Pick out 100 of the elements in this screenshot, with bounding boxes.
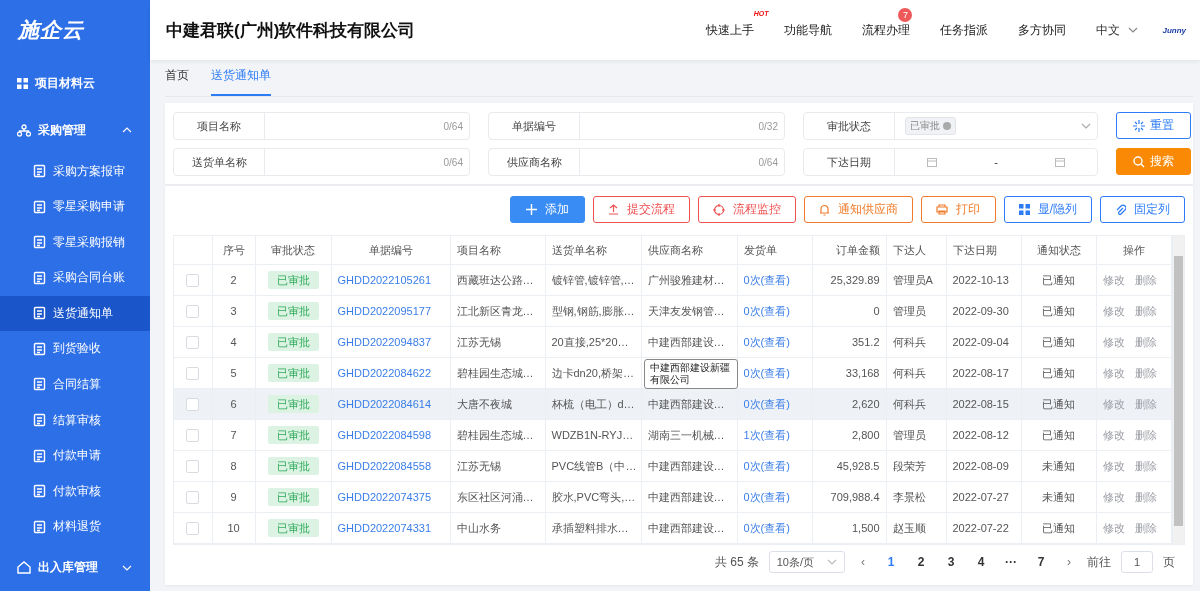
document-link[interactable]: GHDD2022084558	[337, 460, 432, 472]
page-tab[interactable]: 首页	[165, 67, 189, 96]
document-link[interactable]: GHDD2022094837	[337, 336, 432, 348]
next-page-button[interactable]: ›	[1067, 555, 1071, 569]
document-link[interactable]: GHDD2022084622	[337, 367, 432, 379]
toolbar-button[interactable]: 流程监控	[697, 196, 796, 223]
sidebar-item[interactable]: 到货验收	[0, 331, 150, 367]
sidebar-item[interactable]: 结算审核	[0, 402, 150, 438]
table-cell: 2,800	[851, 429, 880, 441]
table-cell: 已通知	[1042, 428, 1075, 441]
sidebar-item[interactable]: 送货通知单	[0, 295, 150, 332]
document-icon	[33, 377, 46, 392]
reset-button[interactable]: 重置	[1116, 112, 1191, 139]
sidebar-group[interactable]: 采购管理	[0, 106, 150, 154]
date-range-field[interactable]: 下达日期 -	[803, 148, 1098, 176]
input-field[interactable]: 送货单名称 0/64	[173, 148, 470, 176]
row-number: 2	[230, 274, 237, 286]
document-link[interactable]: GHDD2022084614	[337, 398, 432, 410]
shipment-link[interactable]: 0次(查看)	[743, 304, 790, 317]
row-checkbox[interactable]	[186, 366, 200, 380]
page-input[interactable]: 1	[1121, 551, 1153, 573]
table-cell: 江苏无锡	[456, 459, 501, 472]
table-cell: 中建西部建设…	[647, 459, 725, 472]
grid-icon	[17, 78, 28, 89]
row-number: 9	[230, 491, 237, 503]
toolbar-button[interactable]: 通知供应商	[803, 196, 913, 223]
row-checkbox[interactable]	[186, 459, 200, 473]
page-number[interactable]: 4	[973, 555, 989, 569]
shipment-link[interactable]: 0次(查看)	[743, 490, 790, 503]
row-number: 7	[230, 429, 237, 441]
sidebar-item[interactable]: 材料退货	[0, 508, 150, 545]
row-checkbox[interactable]	[186, 428, 200, 442]
sidebar-item[interactable]: 付款申请	[0, 437, 150, 474]
toolbar-button[interactable]: 添加	[509, 196, 585, 223]
document-icon	[33, 270, 46, 285]
row-checkbox[interactable]	[186, 335, 200, 349]
page-number[interactable]: 7	[1033, 555, 1049, 569]
page-size-select[interactable]: 10条/页	[769, 551, 845, 573]
shipment-link[interactable]: 1次(查看)	[743, 428, 790, 441]
shipment-link[interactable]: 0次(查看)	[743, 335, 790, 348]
filter-tag[interactable]: 已审批	[905, 117, 956, 135]
row-checkbox[interactable]	[186, 273, 200, 287]
prev-page-button[interactable]: ‹	[861, 555, 865, 569]
document-link[interactable]: GHDD2022095177	[337, 305, 432, 317]
document-link[interactable]: GHDD2022105261	[337, 274, 432, 286]
document-link[interactable]: GHDD2022074375	[337, 491, 432, 503]
nav-link[interactable]: 流程办理	[862, 22, 911, 37]
upload-icon	[607, 204, 619, 215]
table-cell: PVC线管B（中…	[551, 459, 637, 472]
character-counter: 0/64	[758, 156, 778, 168]
status-tag: 已审批	[267, 301, 319, 320]
row-checkbox[interactable]	[186, 490, 200, 504]
sidebar-item[interactable]: 付款审核	[0, 473, 150, 509]
table-cell: 已通知	[1042, 397, 1075, 410]
table-cell: 广州骏雅建材…	[647, 273, 725, 286]
toolbar-button[interactable]: 打印	[920, 196, 996, 223]
document-link[interactable]: GHDD2022074331	[337, 522, 432, 534]
nav-link[interactable]: 多方协同	[1018, 22, 1067, 37]
status-tag: 已审批	[267, 518, 319, 537]
select-field[interactable]: 审批状态 已审批	[803, 112, 1098, 140]
tooltip: 中建西部建设新疆有限公司	[643, 359, 738, 389]
page-number[interactable]: 1	[883, 555, 899, 569]
nav-link[interactable]: 任务指派	[940, 22, 989, 37]
row-checkbox[interactable]	[186, 304, 200, 318]
input-field[interactable]: 项目名称 0/64	[173, 112, 470, 140]
input-field[interactable]: 单据编号 0/32	[488, 112, 785, 140]
page-number[interactable]: ···	[1003, 555, 1019, 569]
input-field[interactable]: 供应商名称 0/64	[488, 148, 785, 176]
document-link[interactable]: GHDD2022084598	[337, 429, 432, 441]
toolbar-button[interactable]: 提交流程	[592, 196, 690, 223]
nav-link[interactable]: 快速上手	[706, 22, 755, 37]
status-tag: 已审批	[267, 456, 319, 475]
toolbar-button[interactable]: 显/隐列	[1003, 196, 1092, 223]
sidebar-item[interactable]: 合同结算	[0, 366, 150, 403]
shipment-link[interactable]: 0次(查看)	[743, 366, 790, 379]
status-tag: 已审批	[267, 363, 319, 382]
sidebar-item[interactable]: 项目材料云	[0, 60, 150, 107]
sidebar-item[interactable]: 零星采购申请	[0, 189, 150, 225]
page-number[interactable]: 2	[913, 555, 929, 569]
language-dropdown[interactable]: 中文	[1096, 21, 1139, 39]
chevron-icon	[1128, 27, 1139, 33]
row-checkbox[interactable]	[186, 521, 200, 535]
column-header: 序号	[222, 243, 245, 256]
shipment-link[interactable]: 0次(查看)	[743, 459, 790, 472]
table-cell: 江苏无锡	[456, 335, 501, 348]
nav-link[interactable]: 功能导航	[784, 22, 833, 37]
toolbar-button[interactable]: 固定列	[1100, 196, 1185, 223]
sidebar-item[interactable]: 采购合同台账	[0, 260, 150, 296]
page-tab[interactable]: 送货通知单	[211, 67, 271, 96]
shipment-link[interactable]: 0次(查看)	[743, 521, 790, 534]
status-tag: 已审批	[267, 394, 319, 413]
sidebar-group[interactable]: 出入库管理	[0, 544, 150, 591]
shipment-link[interactable]: 0次(查看)	[743, 397, 790, 410]
table-cell: 天津友发钢管…	[647, 304, 725, 317]
shipment-link[interactable]: 0次(查看)	[743, 273, 790, 286]
sidebar-item[interactable]: 零星采购报销	[0, 224, 150, 261]
search-button[interactable]: 搜索	[1116, 148, 1191, 175]
page-number[interactable]: 3	[943, 555, 959, 569]
sidebar-item[interactable]: 采购方案报审	[0, 153, 150, 189]
row-checkbox[interactable]	[186, 397, 200, 411]
